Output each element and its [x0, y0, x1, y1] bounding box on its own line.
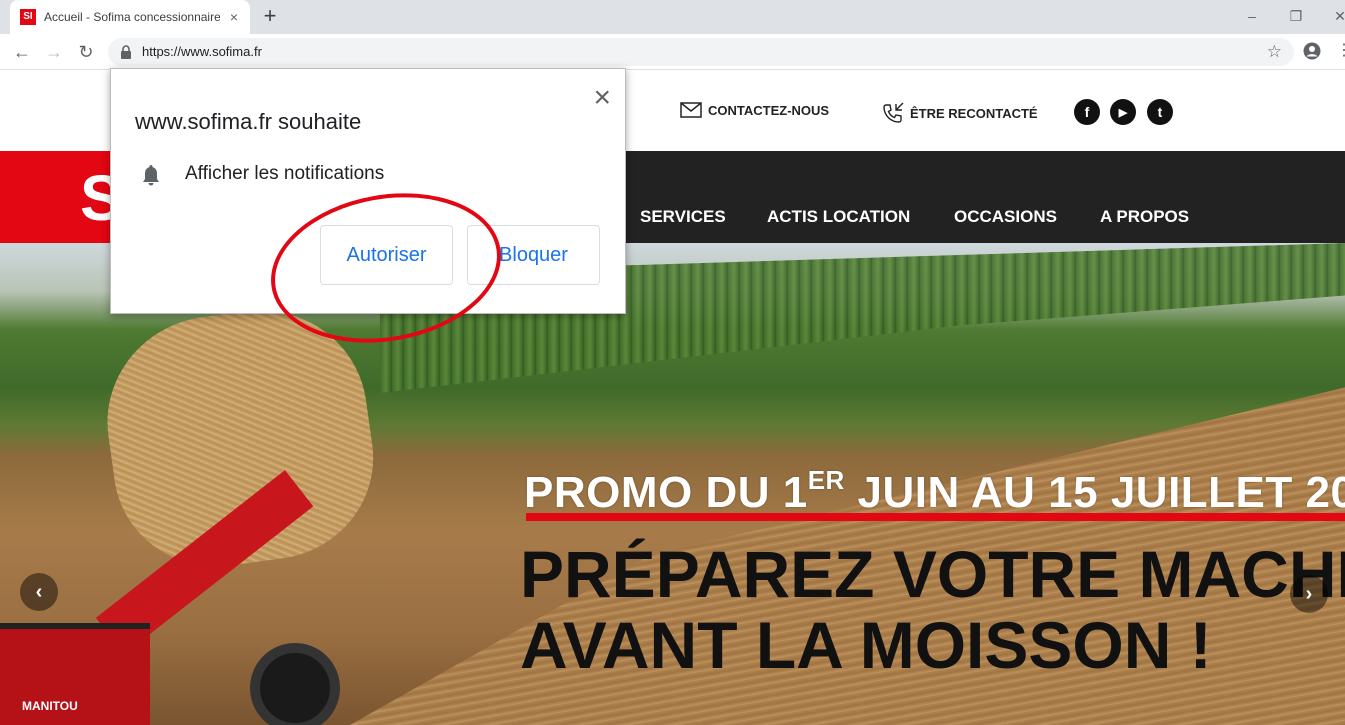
back-arrow-icon[interactable]: ← — [10, 40, 34, 64]
promo-red-underline — [526, 513, 1345, 521]
telehandler-wheel — [250, 643, 340, 725]
carousel-prev-button[interactable]: ‹ — [20, 573, 58, 611]
window-minimize-button[interactable]: – — [1230, 4, 1274, 28]
bell-icon — [143, 165, 159, 186]
browser-tabstrip: SI Accueil - Sofima concessionnaire × + … — [0, 0, 1345, 34]
promo-suffix: JUIN AU 15 JUILLET 20 — [844, 468, 1345, 517]
carousel-next-button[interactable]: › — [1290, 575, 1328, 613]
window-close-button[interactable]: ✕ — [1318, 4, 1345, 28]
address-bar[interactable]: https://www.sofima.fr ☆ — [108, 38, 1294, 66]
permission-dialog-title: www.sofima.fr souhaite — [135, 109, 362, 134]
account-icon[interactable] — [1303, 42, 1321, 60]
callback-label: ÊTRE RECONTACTÉ — [910, 105, 1038, 121]
window-restore-button[interactable]: ❐ — [1274, 4, 1318, 28]
browser-menu-icon[interactable]: ⋮ — [1336, 40, 1345, 60]
youtube-icon[interactable]: ▶ — [1110, 99, 1136, 125]
browser-toolbar: ← → ↻ https://www.sofima.fr ☆ ⋮ — [0, 34, 1345, 70]
machine-brand-label: MANITOU — [22, 699, 78, 713]
bookmark-star-icon[interactable]: ☆ — [1267, 42, 1282, 62]
contact-label: CONTACTEZ-NOUS — [708, 102, 830, 118]
site-logo[interactable]: SI — [0, 151, 137, 243]
nav-item-actis-location[interactable]: ACTIS LOCATION — [767, 207, 910, 227]
close-icon[interactable]: × — [593, 83, 611, 113]
phone-callback-icon — [883, 102, 904, 123]
envelope-icon — [680, 102, 702, 118]
reload-icon[interactable]: ↻ — [74, 40, 98, 64]
tab-close-icon[interactable]: × — [226, 9, 242, 25]
forward-arrow-icon[interactable]: → — [42, 40, 66, 64]
telehandler-image: MANITOU — [0, 470, 360, 725]
new-tab-button[interactable]: + — [258, 5, 282, 29]
callback-link[interactable]: ÊTRE RECONTACTÉ — [882, 102, 1038, 124]
facebook-icon[interactable]: f — [1074, 99, 1100, 125]
twitter-icon[interactable]: t — [1147, 99, 1173, 125]
promo-dates: PROMO DU 1ER JUIN AU 15 JUILLET 20 — [524, 465, 1345, 518]
hero-headline-line1: PRÉPAREZ VOTRE MACHIN — [520, 537, 1345, 611]
hero-banner: MANITOU PROMO DU 1ER JUIN AU 15 JUILLET … — [0, 243, 1345, 725]
tab-title: Accueil - Sofima concessionnaire — [44, 10, 220, 24]
site-favicon-icon: SI — [20, 9, 36, 25]
nav-item-a-propos[interactable]: A PROPOS — [1100, 207, 1189, 227]
nav-item-occasions[interactable]: OCCASIONS — [954, 207, 1057, 227]
promo-prefix: PROMO DU 1 — [524, 468, 808, 517]
permission-description: Afficher les notifications — [185, 163, 385, 184]
contact-link[interactable]: CONTACTEZ-NOUS — [680, 102, 829, 118]
promo-superscript: ER — [807, 465, 845, 495]
nav-item-services[interactable]: SERVICES — [640, 207, 726, 227]
url-text[interactable]: https://www.sofima.fr — [142, 44, 262, 59]
lock-icon[interactable] — [120, 45, 132, 59]
telehandler-cab: MANITOU — [0, 623, 150, 725]
hero-headline-line2: AVANT LA MOISSON ! — [520, 608, 1212, 682]
browser-tab-active[interactable]: SI Accueil - Sofima concessionnaire × — [10, 0, 250, 34]
